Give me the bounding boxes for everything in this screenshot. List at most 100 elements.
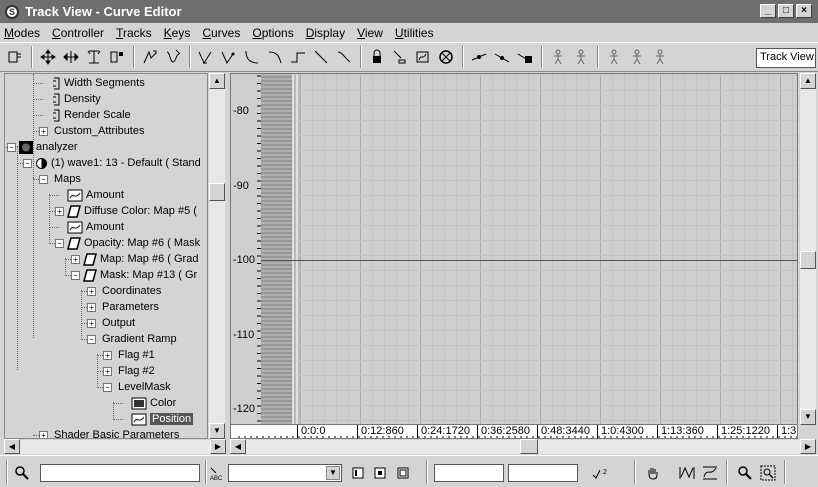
tangent-step-icon[interactable] [287,46,309,68]
tree-vertical-scrollbar[interactable]: ▲ ▼ [209,73,225,439]
expand-icon[interactable]: + [71,254,80,264]
draw-curves-icon[interactable] [162,46,184,68]
select-by-name-field[interactable] [40,464,200,482]
biped-y-icon[interactable] [626,46,648,68]
controller-tree[interactable]: Width Segments Density Render Scale + Custom… [4,73,208,439]
expand-icon[interactable]: + [39,430,48,438]
tree-item[interactable]: Position [119,411,194,427]
maximize-button[interactable]: □ [778,4,794,18]
zoom-value-extents-icon[interactable] [700,463,720,483]
show-keyable-icon[interactable] [435,46,457,68]
menu-modes[interactable]: Modes [4,26,40,40]
scroll-down-icon[interactable]: ▼ [800,409,816,425]
menu-view[interactable]: View [357,26,383,40]
scroll-left-icon[interactable]: ◀ [230,439,246,454]
tree-item[interactable]: + Flag #1 [103,347,155,363]
tree-horizontal-scrollbar[interactable]: ◀ ▶ [4,439,226,454]
scale-values-icon[interactable] [106,46,128,68]
tangent-custom-icon[interactable] [218,46,240,68]
tree-item[interactable]: − Maps [39,171,81,187]
lock-keys-icon[interactable] [514,46,536,68]
function-curve[interactable] [261,260,797,261]
biped-x-icon[interactable] [603,46,625,68]
expand-icon[interactable]: + [87,318,96,328]
filter-selected-objects-icon[interactable] [370,463,390,483]
graph-horizontal-scrollbar[interactable]: ◀ ▶ [230,439,816,454]
tree-item[interactable]: − LevelMask [103,379,171,395]
scale-keys-icon[interactable] [83,46,105,68]
tree-item[interactable]: + Diffuse Color: Map #5 ( [55,203,197,219]
parameter-curve-out-of-range-icon[interactable] [412,46,434,68]
tree-item[interactable]: + Flag #2 [103,363,155,379]
scroll-right-icon[interactable]: ▶ [210,439,226,454]
show-selected-key-stats-icon[interactable]: .2 [590,463,610,483]
tree-item[interactable]: + Custom_Attributes [39,123,144,139]
tree-item[interactable]: Width Segments [39,75,145,91]
scroll-up-icon[interactable]: ▲ [800,73,816,89]
collapse-icon[interactable]: − [87,334,96,344]
tree-item[interactable]: − (1) wave1: 13 - Default ( Stand [23,155,201,171]
tangent-auto-icon[interactable] [195,46,217,68]
expand-icon[interactable]: + [39,126,48,136]
menu-controller[interactable]: Controller [52,26,104,40]
minimize-button[interactable]: _ [760,4,776,18]
collapse-icon[interactable]: − [103,382,112,392]
menu-options[interactable]: Options [252,26,293,40]
tree-item[interactable]: Density [39,91,101,107]
tree-item[interactable]: − Gradient Ramp [87,331,177,347]
collapse-icon[interactable]: − [7,142,16,152]
expand-icon[interactable]: + [55,206,64,216]
tree-scroll-thumb[interactable] [209,183,225,201]
tree-item[interactable]: Render Scale [39,107,131,123]
filter-animated-tracks-icon[interactable] [393,463,413,483]
expand-icon[interactable]: + [103,366,112,376]
tree-item[interactable]: − Opacity: Map #6 ( Mask [55,235,200,251]
collapse-icon[interactable]: − [55,238,64,248]
move-keys-icon[interactable] [37,46,59,68]
close-button[interactable]: × [796,4,812,18]
edit-track-set-icon[interactable]: ABC [206,463,226,483]
zoom-selected-object-icon[interactable] [12,463,32,483]
tree-item[interactable]: Amount [55,187,124,203]
graph-scroll-thumb[interactable] [800,251,816,269]
track-view-name-field[interactable]: Track View [756,48,816,68]
chevron-down-icon[interactable]: ▼ [326,466,340,480]
menu-keys[interactable]: Keys [164,26,191,40]
tree-item[interactable]: + Output [87,315,135,331]
curve-editor-graph[interactable]: -80 -90 -100 -110 -120 [230,73,798,425]
collapse-icon[interactable]: − [39,174,48,184]
snap-frames-icon[interactable] [389,46,411,68]
pan-hand-icon[interactable] [643,463,663,483]
menu-utilities[interactable]: Utilities [395,26,434,40]
tangent-fast-icon[interactable] [241,46,263,68]
expand-icon[interactable]: + [103,350,112,360]
scroll-right-icon[interactable]: ▶ [800,439,816,454]
slide-keys-icon[interactable] [60,46,82,68]
tangent-smooth-icon[interactable] [333,46,355,68]
tree-item[interactable]: + Parameters [87,299,159,315]
frame-field[interactable] [434,464,504,482]
add-keys-icon[interactable] [139,46,161,68]
biped-xyz-icon[interactable] [570,46,592,68]
biped-icon[interactable] [547,46,569,68]
tree-item[interactable]: + Coordinates [87,283,161,299]
tree-item[interactable]: − analyzer [7,139,78,155]
zoom-region-icon[interactable] [758,463,778,483]
track-set-dropdown[interactable]: ▼ [228,464,342,482]
menu-display[interactable]: Display [306,26,345,40]
time-ruler[interactable]: 0:0:0 0:12:860 0:24:1720 0:36:2580 0:48:3440… [230,424,798,439]
zoom-horizontal-extents-icon[interactable] [677,463,697,483]
value-field[interactable] [508,464,578,482]
lock-selection-icon[interactable] [366,46,388,68]
menu-tracks[interactable]: Tracks [116,26,152,40]
collapse-icon[interactable]: − [23,158,32,168]
scroll-down-icon[interactable]: ▼ [209,423,225,439]
biped-z-icon[interactable] [649,46,671,68]
menu-curves[interactable]: Curves [202,26,240,40]
tree-item[interactable]: Amount [55,219,124,235]
tree-item[interactable]: − Mask: Map #13 ( Gr [71,267,197,283]
filters-icon[interactable] [4,46,26,68]
tree-item[interactable]: Color [119,395,176,411]
scroll-up-icon[interactable]: ▲ [209,73,225,89]
expand-icon[interactable]: + [87,286,96,296]
